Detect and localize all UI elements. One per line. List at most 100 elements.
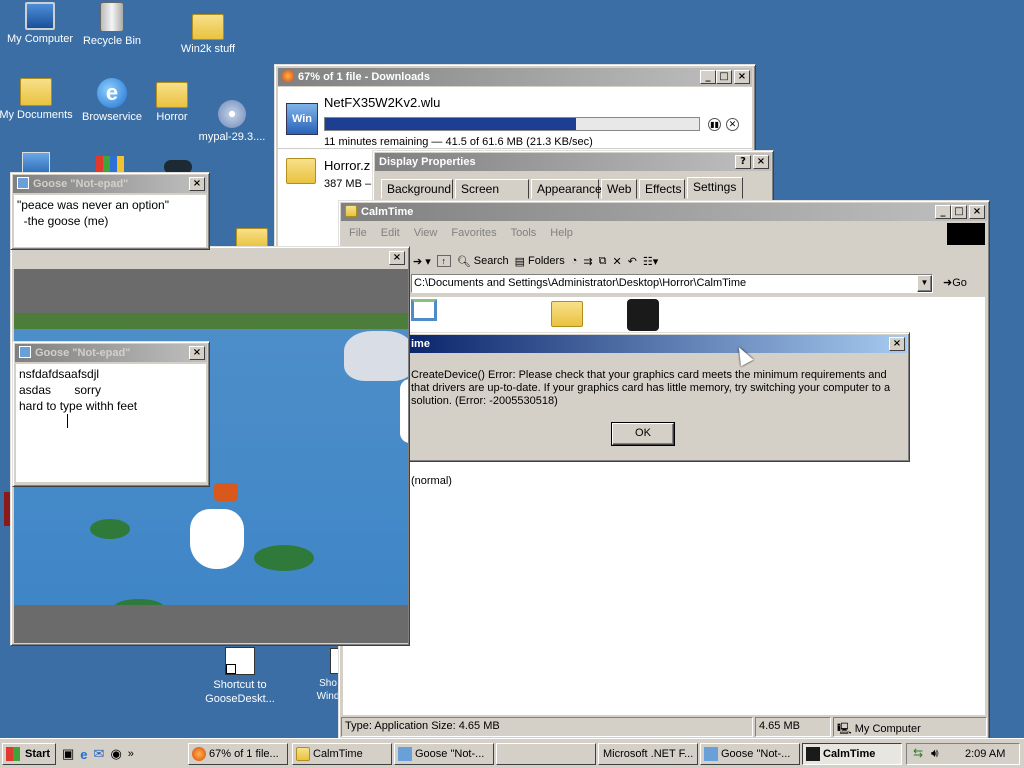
file-icon[interactable] xyxy=(411,299,437,321)
menu-view[interactable]: View xyxy=(414,227,438,239)
explorer-titlebar[interactable]: CalmTime _ □ × xyxy=(341,203,987,221)
delete-icon[interactable]: ✕ xyxy=(612,255,621,268)
close-button[interactable]: × xyxy=(889,337,905,351)
help-button[interactable]: ? xyxy=(735,155,751,169)
go-button[interactable]: ➜Go xyxy=(943,274,983,293)
search-button[interactable]: 🔍︎ Search xyxy=(457,255,509,268)
folder-icon xyxy=(156,82,188,108)
desktop-icon-label: My Documents xyxy=(0,109,73,121)
menu-tools[interactable]: Tools xyxy=(511,227,537,239)
desktop-icon-label: Shortcut to GooseDeskt... xyxy=(205,679,275,705)
folder-icon[interactable] xyxy=(551,301,583,327)
forward-icon[interactable]: ➔ ▾ xyxy=(413,255,431,268)
pause-icon[interactable]: ▮▮ xyxy=(708,118,721,131)
maximize-button[interactable]: □ xyxy=(716,70,732,84)
notepad-titlebar[interactable]: Goose "Not-epad" × xyxy=(13,175,207,193)
tab-background[interactable]: Background xyxy=(381,179,453,199)
download-item[interactable]: Win NetFX35W2Kv2.wlu ▮▮ ✕ 11 minutes rem… xyxy=(278,87,752,149)
tab-appearance[interactable]: Appearance xyxy=(531,179,602,199)
menu-edit[interactable]: Edit xyxy=(381,227,400,239)
network-tray-icon[interactable]: ⇆ xyxy=(913,746,923,760)
taskbar-button-goose-notepad-1[interactable]: Goose "Not-... xyxy=(394,743,494,765)
error-message: CreateDevice() Error: Please check that … xyxy=(411,369,891,407)
notepad-icon xyxy=(398,747,412,761)
crown-icon xyxy=(214,483,238,501)
notepad-titlebar[interactable]: Goose "Not-epad" × xyxy=(15,344,207,362)
minimize-button[interactable]: _ xyxy=(935,205,951,219)
close-button[interactable]: × xyxy=(753,155,769,169)
desktop-icon-goose-shortcut[interactable]: ↗ Shortcut to GooseDeskt... xyxy=(200,647,280,706)
show-desktop-icon[interactable]: ▣ xyxy=(62,746,74,762)
my-documents-icon xyxy=(20,78,52,106)
history-icon[interactable]: ◔ xyxy=(571,255,578,267)
tab-strip: Background Screen Saver Appearance Web E… xyxy=(381,177,771,215)
menu-file[interactable]: File xyxy=(349,227,367,239)
desktop-icon-label: Recycle Bin xyxy=(82,35,142,47)
downloads-titlebar[interactable]: 67% of 1 file - Downloads _ □ × xyxy=(278,68,752,86)
maximize-button[interactable]: □ xyxy=(951,205,967,219)
error-dialog-titlebar[interactable]: ime × xyxy=(405,335,907,353)
undo-icon[interactable]: ↶ xyxy=(628,255,637,268)
tab-settings[interactable]: Settings xyxy=(687,177,743,199)
explorer-window: CalmTime _ □ × File Edit View Favorites Tool… xyxy=(338,200,990,740)
goose-sprite xyxy=(400,379,408,443)
close-button[interactable]: × xyxy=(189,177,205,191)
cancel-icon[interactable]: ✕ xyxy=(726,118,739,131)
download-filename: NetFX35W2Kv2.wlu xyxy=(324,95,441,110)
tab-screen-saver[interactable]: Screen Saver xyxy=(455,179,529,215)
menu-help[interactable]: Help xyxy=(550,227,573,239)
taskbar-button-blank[interactable] xyxy=(496,743,596,765)
disc-installer-icon xyxy=(218,100,246,128)
folder-icon[interactable] xyxy=(236,228,268,248)
views-icon[interactable]: ☷▾ xyxy=(643,255,658,268)
close-button[interactable]: × xyxy=(734,70,750,84)
minimize-button[interactable]: _ xyxy=(700,70,716,84)
desktop-icon-my-computer[interactable]: My Computer xyxy=(0,2,80,45)
taskbar-button-goose-notepad-2[interactable]: Goose "Not-... xyxy=(700,743,800,765)
search-icon: 🔍︎ xyxy=(456,255,471,268)
address-dropdown-button[interactable]: ▼ xyxy=(917,275,932,292)
notepad-text[interactable]: nsfdafdsaafsdjl asdas sorry hard to type… xyxy=(16,364,206,482)
desktop-icon-my-documents[interactable]: My Documents xyxy=(0,78,76,121)
desktop-icon-label: Horror xyxy=(156,111,188,123)
game-app-icon[interactable] xyxy=(627,299,659,331)
media-icon[interactable]: ◉ xyxy=(110,746,121,762)
close-button[interactable]: × xyxy=(969,205,985,219)
zip-file-icon xyxy=(286,158,316,184)
taskbar-button-calmtime-explorer[interactable]: CalmTime xyxy=(292,743,392,765)
ok-button[interactable]: OK xyxy=(611,422,675,446)
clock[interactable]: 2:09 AM xyxy=(965,748,1005,760)
display-properties-titlebar[interactable]: Display Properties ? × xyxy=(375,153,771,171)
address-bar[interactable]: C:\Documents and Settings\Administrator\… xyxy=(411,274,933,293)
my-computer-icon: 🖳︎ xyxy=(837,723,855,735)
folders-icon: ▤ xyxy=(514,255,526,268)
volume-tray-icon[interactable]: 🔊︎ xyxy=(931,746,939,761)
game-titlebar[interactable]: × xyxy=(13,249,407,267)
taskbar-button-dotnet[interactable]: Microsoft .NET F... xyxy=(598,743,698,765)
folders-button[interactable]: ▤ Folders xyxy=(515,255,565,268)
outlook-icon[interactable]: ✉ xyxy=(94,746,105,762)
menu-favorites[interactable]: Favorites xyxy=(451,227,496,239)
start-button[interactable]: Start xyxy=(2,743,56,765)
close-button[interactable]: × xyxy=(189,346,205,360)
status-size: 4.65 MB xyxy=(755,717,831,737)
move-to-icon[interactable]: ⇉ xyxy=(583,255,592,268)
tab-web[interactable]: Web xyxy=(601,179,637,199)
up-folder-icon[interactable]: ↑ xyxy=(436,255,451,267)
desktop-icon-recycle-bin[interactable]: Recycle Bin xyxy=(72,2,152,47)
desktop-icon-mypal[interactable]: mypal-29.3.... xyxy=(192,100,272,143)
taskbar-button-calmtime-active[interactable]: CalmTime xyxy=(802,743,902,765)
internet-explorer-icon[interactable]: e xyxy=(80,747,87,762)
tab-effects[interactable]: Effects xyxy=(639,179,685,199)
notepad-window-2: Goose "Not-epad" × nsfdafdsaafsdjl asdas… xyxy=(12,341,210,487)
notepad-text[interactable]: "peace was never an option" -the goose (… xyxy=(14,195,206,247)
chevron-icon[interactable]: » xyxy=(128,748,134,760)
desktop-icon-win2k-stuff[interactable]: Win2k stuff xyxy=(168,14,248,55)
taskbar-button-downloads[interactable]: 67% of 1 file... xyxy=(188,743,288,765)
desktop-icon-label: Sho Wind xyxy=(316,678,340,702)
copy-to-icon[interactable]: ⧉ xyxy=(599,255,607,268)
network-icon[interactable] xyxy=(22,152,50,174)
close-button[interactable]: × xyxy=(389,251,405,265)
window-title: Goose "Not-epad" xyxy=(33,178,129,190)
desktop-icon-partial[interactable]: Sho Wind xyxy=(300,648,340,703)
